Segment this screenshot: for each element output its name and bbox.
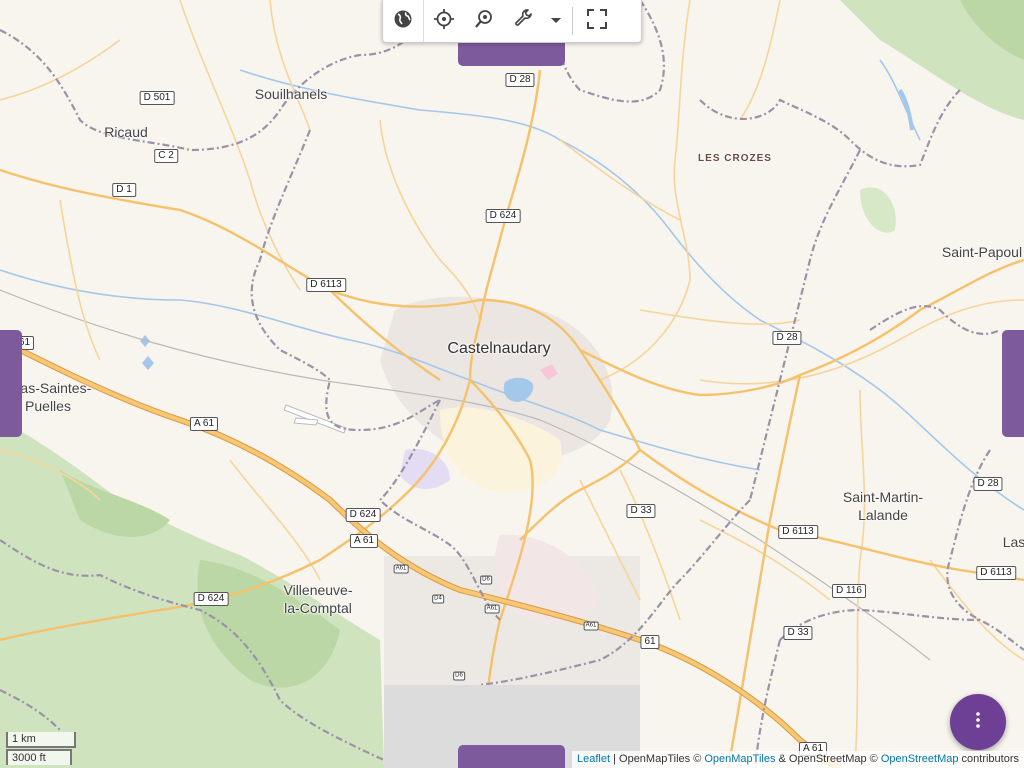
bottom-panel-tab[interactable] [458,745,565,768]
road-shield-d6113: D 6113 [778,525,818,539]
road-shield-d1: D 1 [112,183,136,197]
road-shield-d28: D 28 [505,73,535,87]
place-villeneuve-line1: Villeneuve- [283,582,353,598]
left-panel-tab[interactable] [0,330,22,437]
road-shield-a61: A 61 [349,534,379,548]
scale-control: 1 km 3000 ft [6,732,76,765]
place-les-crozes: LES CROZES [698,153,772,164]
road-shield-d624: D 624 [193,592,229,606]
road-shield-d116: D 116 [832,584,866,598]
wrench-icon [514,8,534,34]
place-las: Las [1002,534,1024,550]
road-shield-tiny: D6 [453,671,465,681]
search-place-button[interactable] [464,0,504,42]
road-shield-d33: D 33 [626,504,656,518]
road-shield-d6113: D 6113 [976,566,1016,580]
attribution: Leaflet | OpenMapTiles © OpenMapTiles & … [572,751,1024,768]
place-saint-martin-lalande-line1: Saint-Martin- [842,489,924,505]
map-toolbar [382,0,642,43]
road-shield-tiny: D4 [432,594,444,604]
road-shield-a61: 61 [640,635,660,649]
place-ricaud: Ricaud [104,124,148,140]
road-shield-d28: D 28 [772,331,802,345]
attribution-text: OpenMapTiles © [619,753,705,765]
scale-imperial: 3000 ft [6,749,72,765]
attribution-text: & OpenStreetMap © [775,753,881,765]
map-search-icon [474,9,494,34]
place-saint-papoul: Saint-Papoul [941,244,1023,260]
leaflet-link[interactable]: Leaflet [577,753,610,765]
road-shield-a61: A 61 [189,417,219,431]
place-villeneuve-line2: la-Comptal [284,600,352,616]
fullscreen-button[interactable] [577,0,617,42]
openstreetmap-link[interactable]: OpenStreetMap [881,753,959,765]
road-shield-tiny: A61 [393,564,409,574]
more-options-button[interactable] [950,694,1006,750]
globe-icon [393,9,413,34]
globe-button[interactable] [383,0,423,42]
tools-dropdown-button[interactable] [544,0,568,42]
scale-metric: 1 km [6,732,76,748]
road-shield-tiny: A61 [484,604,500,614]
caret-down-icon [551,12,561,30]
road-shield-d28: D 28 [973,477,1003,491]
crosshair-icon [434,8,454,34]
place-saint-martin-lalande-line2: Lalande [858,507,908,523]
vertical-dots-icon [975,710,981,735]
locate-button[interactable] [424,0,464,42]
road-shield-d33: D 33 [783,626,813,640]
right-panel-tab[interactable] [1002,330,1024,437]
road-shield-c2: C 2 [154,149,178,163]
road-shield-d6113: D 6113 [306,278,346,292]
openmaptiles-link[interactable]: OpenMapTiles [704,753,775,765]
road-shield-d624: D 624 [485,209,521,223]
road-shield-d624: D 624 [345,508,381,522]
road-shield-tiny: A61 [583,621,599,631]
road-shield-d501: D 501 [139,91,175,105]
place-mas-saintes-puelles-line2: Puelles [25,398,71,414]
top-panel-tab[interactable] [458,42,565,66]
tools-button[interactable] [504,0,544,42]
road-shield-tiny: D6 [480,575,492,585]
toolbar-divider [572,7,573,35]
attribution-text: contributors [958,753,1019,765]
place-castelnaudary: Castelnaudary [447,340,551,357]
attribution-separator: | [610,753,620,765]
fullscreen-icon [587,8,607,34]
map-canvas[interactable] [0,0,1024,768]
place-souilhanels: Souilhanels [254,86,328,102]
